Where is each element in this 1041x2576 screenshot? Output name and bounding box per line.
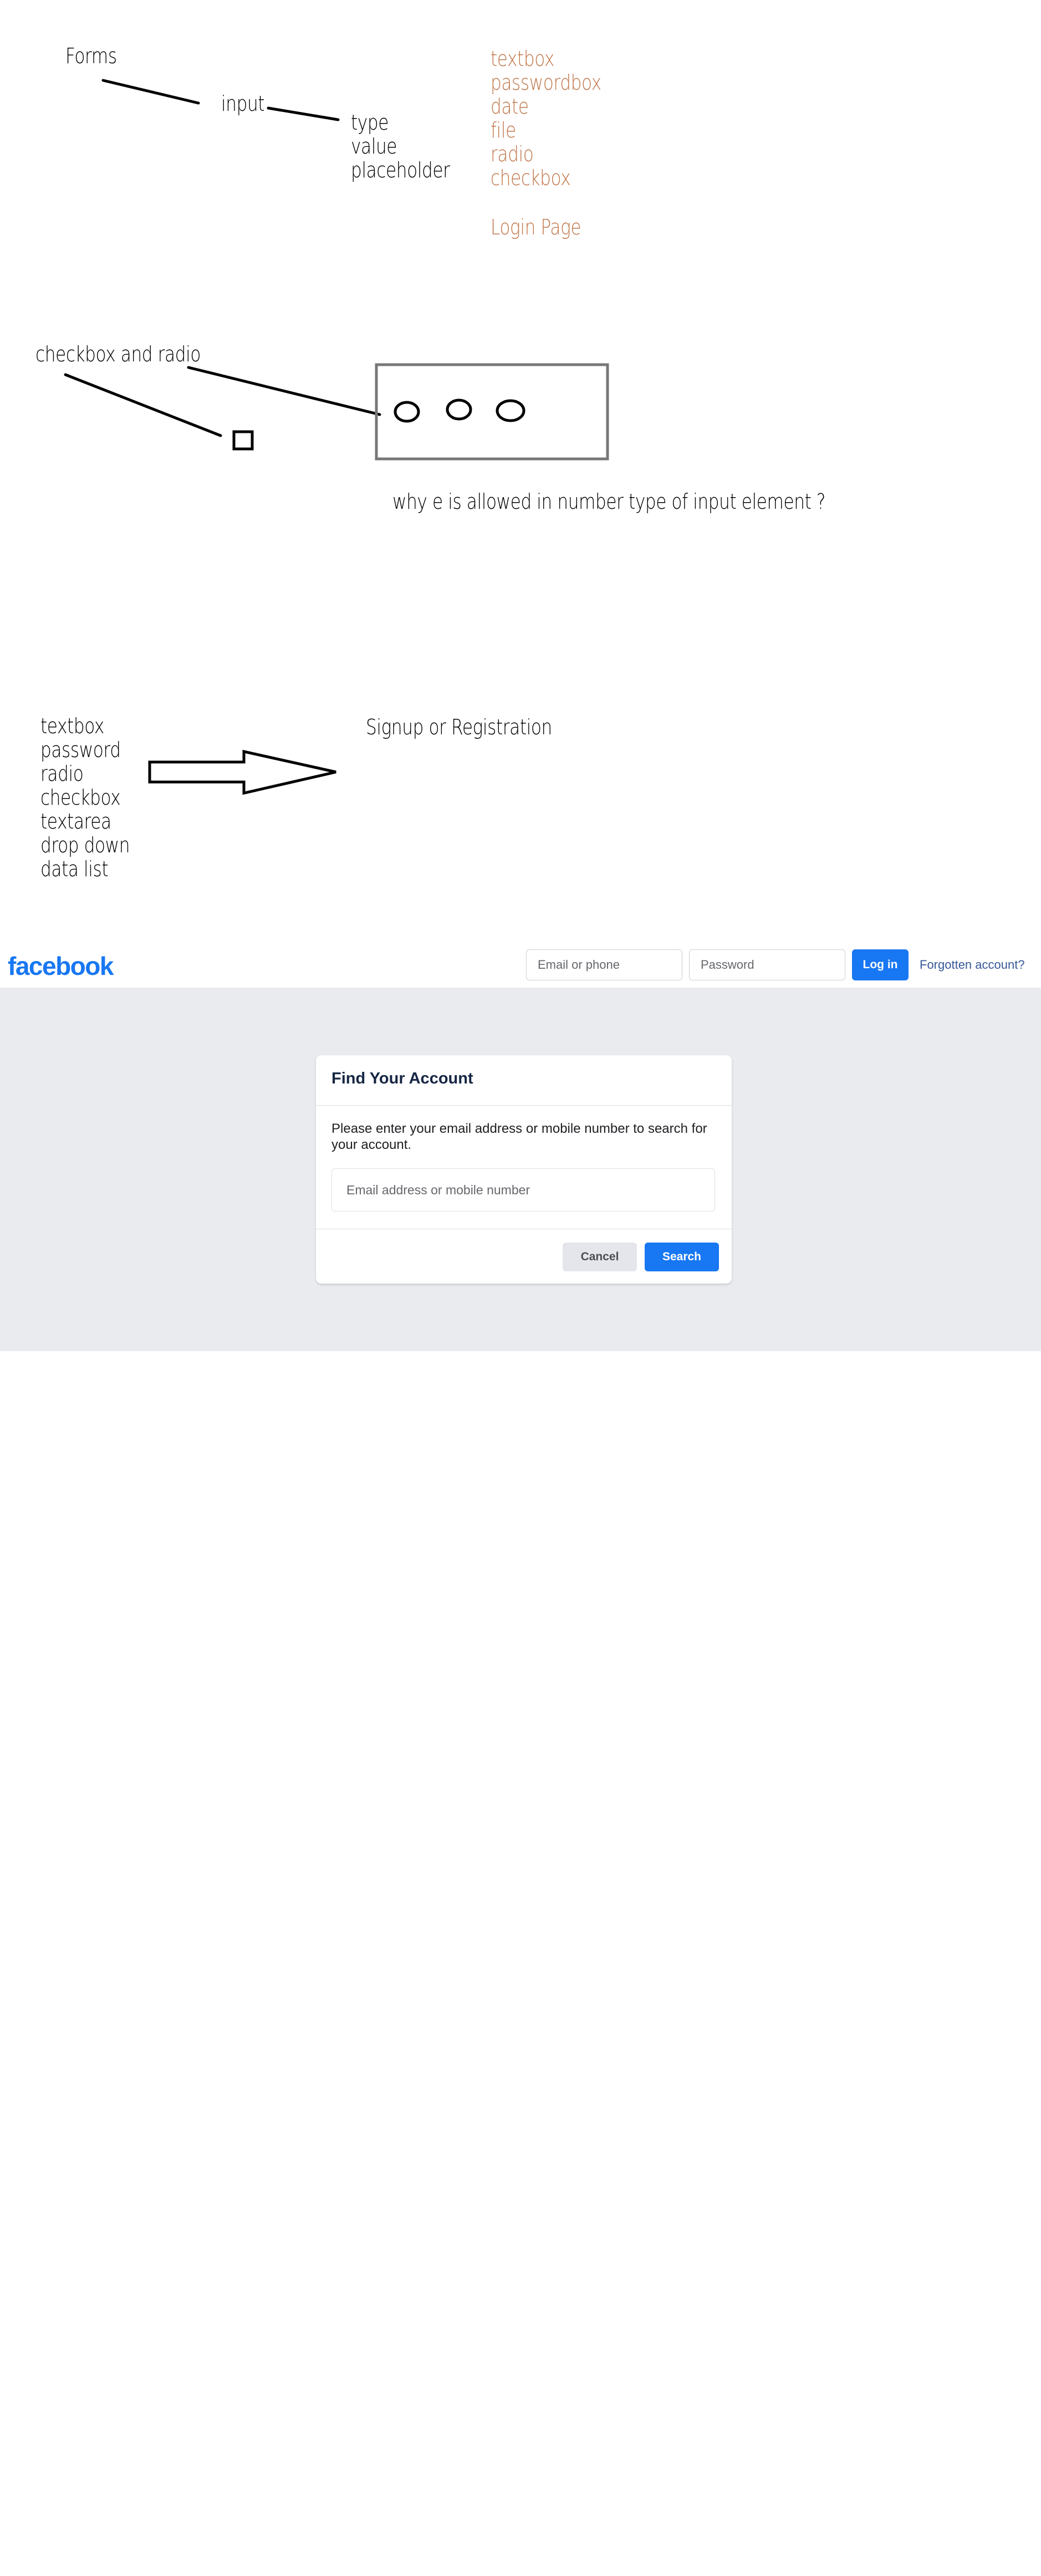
attribute-placeholder: placeholder <box>351 158 450 182</box>
signup-note: Signup or Registration <box>366 715 552 739</box>
checkbox-to-square-line <box>64 373 222 437</box>
arrow-sketch <box>148 749 336 795</box>
card-description: Please enter your email address or mobil… <box>331 1121 707 1152</box>
radio-circle-sketch-2 <box>446 398 472 421</box>
email-or-phone-input[interactable] <box>526 949 682 980</box>
checkbox-square-sketch <box>232 430 254 451</box>
facebook-header: facebook Log in Forgotten account? <box>0 942 1041 988</box>
element-textarea: textarea <box>40 809 111 834</box>
element-password: password <box>40 738 121 762</box>
email-or-mobile-input[interactable] <box>331 1168 715 1212</box>
element-checkbox: checkbox <box>40 785 121 810</box>
input-type-date: date <box>491 94 529 119</box>
question-note: why e is allowed in number type of input… <box>392 489 826 514</box>
radio-to-box-line <box>187 366 381 416</box>
input-to-attributes-line <box>267 106 340 121</box>
forgotten-account-link[interactable]: Forgotten account? <box>920 958 1025 972</box>
log-in-button[interactable]: Log in <box>852 949 909 980</box>
input-note: input <box>221 91 265 116</box>
search-button[interactable]: Search <box>645 1243 719 1271</box>
elements-note: textbox password radio checkbox textarea… <box>40 714 130 881</box>
input-types-note: textbox passwordbox date file radio chec… <box>491 47 601 190</box>
card-title: Find Your Account <box>331 1070 473 1087</box>
checkbox-radio-note: checkbox and radio <box>35 342 201 366</box>
forms-note: Forms <box>65 44 117 68</box>
card-header-divider <box>316 1105 732 1106</box>
attribute-value: value <box>351 134 397 159</box>
input-type-textbox: textbox <box>491 47 554 71</box>
radio-group-box-sketch <box>375 363 609 461</box>
attributes-note: type value placeholder <box>351 111 450 182</box>
forms-to-input-line <box>101 79 200 105</box>
cancel-button[interactable]: Cancel <box>563 1243 637 1271</box>
element-data-list: data list <box>40 857 109 881</box>
facebook-page-body: Find Your Account Please enter your emai… <box>0 989 1041 1351</box>
find-account-card: Find Your Account Please enter your emai… <box>316 1055 732 1284</box>
radio-circle-sketch-3 <box>496 399 525 422</box>
element-textbox: textbox <box>40 714 104 738</box>
element-drop-down: drop down <box>40 833 130 857</box>
element-radio: radio <box>40 761 84 786</box>
password-input[interactable] <box>689 949 845 980</box>
input-type-radio: radio <box>491 142 534 166</box>
login-page-note: Login Page <box>491 215 581 239</box>
attribute-type: type <box>351 110 389 135</box>
input-type-passwordbox: passwordbox <box>491 70 601 95</box>
facebook-logo[interactable]: facebook <box>8 951 114 981</box>
radio-circle-sketch-1 <box>394 401 420 423</box>
input-type-checkbox: checkbox <box>491 166 571 190</box>
input-type-file: file <box>491 118 516 142</box>
